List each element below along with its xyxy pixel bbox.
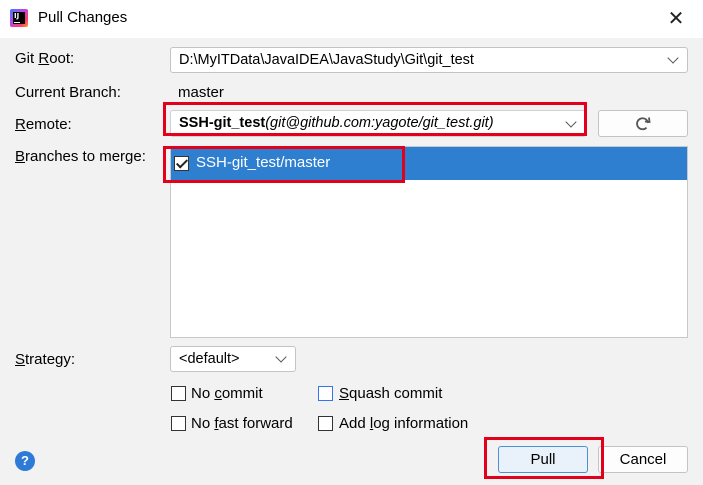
remote-url: (git@github.com:yagote/git_test.git) xyxy=(265,115,494,131)
add-log-information-checkbox[interactable] xyxy=(318,416,333,431)
no-fast-forward-checkbox[interactable] xyxy=(171,416,186,431)
refresh-button[interactable] xyxy=(598,110,688,137)
remote-dropdown[interactable]: SSH-git_test(git@github.com:yagote/git_t… xyxy=(170,110,586,137)
chevron-down-icon xyxy=(275,351,287,363)
no-fast-forward-label: No fast forward xyxy=(191,415,293,432)
git-root-dropdown[interactable]: D:\MyITData\JavaIDEA\JavaStudy\Git\git_t… xyxy=(170,47,688,73)
strategy-label: Strategy: xyxy=(15,351,76,368)
current-branch-value: master xyxy=(178,84,224,101)
close-button[interactable]: ✕ xyxy=(660,4,692,32)
remote-name: SSH-git_test xyxy=(179,115,266,131)
branch-checkbox[interactable] xyxy=(174,156,189,171)
current-branch-label: Current Branch: xyxy=(15,84,121,101)
pull-button[interactable]: Pull xyxy=(498,446,588,473)
title-bar: IJ Pull Changes ✕ xyxy=(0,0,703,38)
squash-commit-checkbox[interactable] xyxy=(318,386,333,401)
strategy-value: <default> xyxy=(179,351,240,367)
branch-label: SSH-git_test/master xyxy=(196,154,331,171)
branches-label: Branches to merge: xyxy=(15,148,146,165)
strategy-dropdown[interactable]: <default> xyxy=(170,346,296,372)
squash-commit-label: Squash commit xyxy=(339,385,443,402)
chevron-down-icon xyxy=(565,116,577,128)
add-log-information-label: Add log information xyxy=(339,415,469,432)
intellij-idea-icon: IJ xyxy=(10,9,28,27)
no-commit-label: No commit xyxy=(191,385,263,402)
list-item[interactable]: SSH-git_test/master xyxy=(171,147,687,180)
help-icon[interactable]: ? xyxy=(15,451,35,471)
window-title: Pull Changes xyxy=(38,9,128,26)
cancel-button[interactable]: Cancel xyxy=(598,446,688,473)
refresh-icon xyxy=(636,117,651,131)
git-root-value: D:\MyITData\JavaIDEA\JavaStudy\Git\git_t… xyxy=(179,52,474,68)
git-root-label: Git Root: xyxy=(15,50,75,67)
remote-label: Remote: xyxy=(15,116,72,133)
branches-list[interactable]: SSH-git_test/master xyxy=(170,146,688,338)
no-commit-checkbox[interactable] xyxy=(171,386,186,401)
chevron-down-icon xyxy=(667,52,679,64)
